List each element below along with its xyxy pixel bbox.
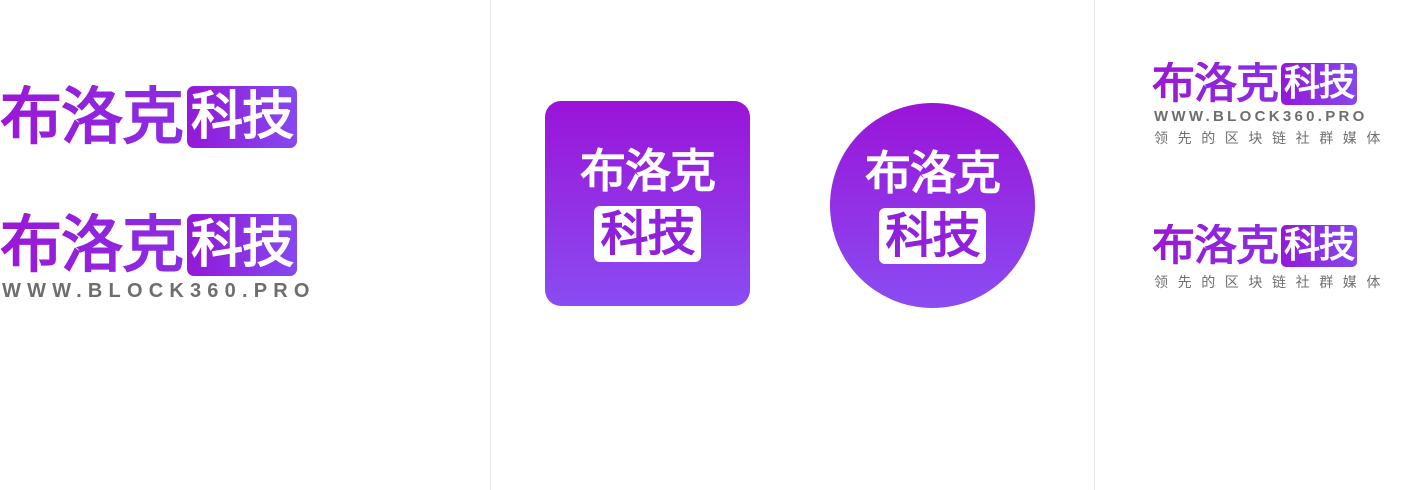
logo-url: WWW.BLOCK360.PRO: [2, 280, 316, 302]
icon-badge: 科技: [879, 207, 986, 264]
icon-brand-name: 布洛克: [580, 143, 716, 198]
logo-url: WWW.BLOCK360.PRO: [1154, 108, 1368, 125]
logo-badge: 科技: [1281, 63, 1358, 105]
logo-brand-name: 布洛克: [0, 80, 184, 153]
logo-badge: 科技: [187, 86, 298, 148]
logo-slogan: 领先的区块链社群媒体: [1154, 131, 1390, 147]
logo-slogan: 领先的区块链社群媒体: [1154, 275, 1390, 291]
logo-brand-name: 布洛克: [0, 208, 184, 281]
app-icon-circle: 布洛克 科技: [830, 103, 1035, 308]
horizontal-logo-with-url: 布洛克 科技: [0, 208, 298, 281]
logo-badge: 科技: [187, 214, 298, 276]
compact-logo: 布洛克 科技: [1152, 221, 1358, 271]
icon-badge: 科技: [594, 205, 701, 262]
panel-divider-right: [1094, 0, 1095, 490]
app-icon-square: 布洛克 科技: [545, 101, 750, 306]
logo-brand-name: 布洛克: [1152, 59, 1279, 109]
logo-brand-name: 布洛克: [1152, 221, 1279, 271]
compact-logo-with-url: 布洛克 科技: [1152, 59, 1358, 109]
logo-badge: 科技: [1281, 225, 1358, 267]
icon-brand-name: 布洛克: [865, 145, 1001, 200]
horizontal-logo: 布洛克 科技: [0, 80, 298, 153]
panel-divider-left: [490, 0, 491, 490]
